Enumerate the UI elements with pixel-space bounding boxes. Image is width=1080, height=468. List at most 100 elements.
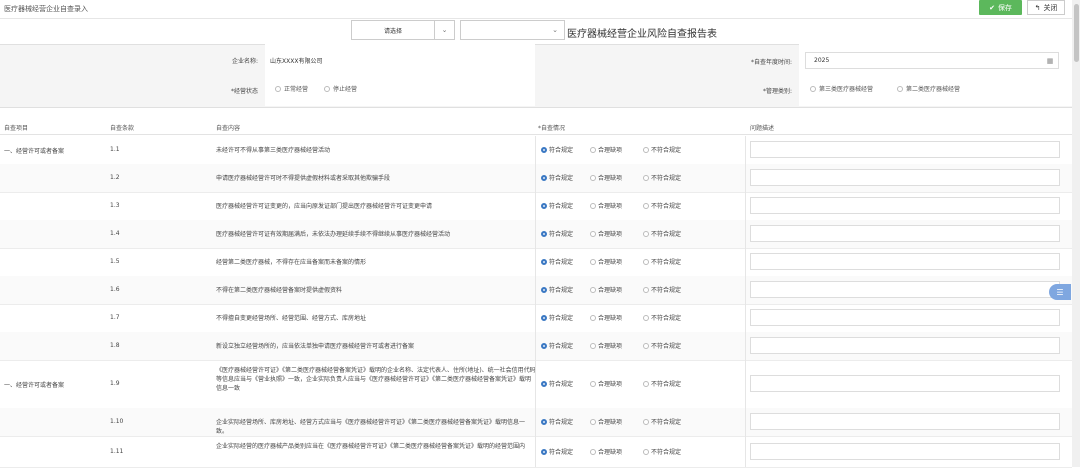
status-option-reasonable-missing[interactable]: 合理缺项 bbox=[590, 201, 622, 210]
status-option-noncompliant[interactable]: 不符合规定 bbox=[643, 285, 681, 294]
row-clause-number: 1.7 bbox=[110, 314, 120, 321]
radio-icon bbox=[541, 174, 547, 181]
column-divider bbox=[535, 304, 536, 332]
table-header: 自查项目 自查条款 自查内容 *自查情况 问题描述 bbox=[0, 120, 1072, 135]
column-divider bbox=[535, 276, 536, 304]
radio-label: 符合规定 bbox=[549, 231, 574, 238]
chevron-down-icon: ⌄ bbox=[552, 26, 558, 34]
template-select[interactable]: 请选择 bbox=[351, 20, 435, 40]
radio-label: 正常经营 bbox=[284, 86, 309, 93]
column-divider bbox=[535, 192, 536, 220]
status-option-noncompliant[interactable]: 不符合规定 bbox=[643, 341, 681, 350]
status-option-reasonable-missing[interactable]: 合理缺项 bbox=[590, 341, 622, 350]
status-option-noncompliant[interactable]: 不符合规定 bbox=[643, 257, 681, 266]
page-title: 医疗器械经营企业自查录入 bbox=[4, 5, 88, 13]
status-option-noncompliant[interactable]: 不符合规定 bbox=[643, 229, 681, 238]
status-option-noncompliant[interactable]: 不符合规定 bbox=[643, 417, 681, 426]
radio-label: 符合规定 bbox=[549, 449, 574, 456]
radio-label: 合理缺项 bbox=[598, 419, 623, 426]
problem-description-input[interactable] bbox=[750, 141, 1060, 158]
row-content: 企业实际经营的医疗器械产品类别应当在《医疗器械经营许可证》《第二类医疗器械经营备… bbox=[216, 443, 526, 450]
status-option-compliant[interactable]: 符合规定 bbox=[541, 417, 573, 426]
radio-label: 合理缺项 bbox=[598, 343, 623, 350]
status-option-compliant[interactable]: 符合规定 bbox=[541, 341, 573, 350]
status-option-compliant[interactable]: 符合规定 bbox=[541, 173, 573, 182]
status-option-reasonable-missing[interactable]: 合理缺项 bbox=[590, 417, 622, 426]
problem-description-input[interactable] bbox=[750, 375, 1060, 392]
check-icon: ✔ bbox=[989, 3, 995, 12]
column-divider bbox=[745, 332, 746, 360]
status-option-reasonable-missing[interactable]: 合理缺项 bbox=[590, 313, 622, 322]
problem-description-input[interactable] bbox=[750, 197, 1060, 214]
radio-icon bbox=[541, 342, 547, 349]
row-content: 《医疗器械经营许可证》《第二类医疗器械经营备案凭证》载明的企业名称、法定代表人、… bbox=[216, 367, 536, 392]
radio-icon bbox=[541, 286, 547, 293]
radio-icon bbox=[590, 314, 596, 321]
radio-label: 不符合规定 bbox=[651, 343, 682, 350]
status-option-compliant[interactable]: 符合规定 bbox=[541, 257, 573, 266]
problem-description-input[interactable] bbox=[750, 169, 1060, 186]
scrollbar-thumb[interactable] bbox=[1074, 4, 1079, 62]
status-option-reasonable-missing[interactable]: 合理缺项 bbox=[590, 145, 622, 154]
problem-description-input[interactable] bbox=[750, 253, 1060, 270]
radio-icon bbox=[590, 174, 596, 181]
row-content: 不得在第二类医疗器械经营备案时提供虚假资料 bbox=[216, 287, 343, 294]
problem-description-input[interactable] bbox=[750, 225, 1060, 242]
status-option-stopped[interactable]: 停止经营 bbox=[324, 84, 357, 93]
status-label: *经营状态 bbox=[230, 88, 258, 95]
calendar-icon[interactable]: ▦ bbox=[1041, 52, 1059, 69]
status-option-noncompliant[interactable]: 不符合规定 bbox=[643, 173, 681, 182]
status-option-compliant[interactable]: 符合规定 bbox=[541, 379, 573, 388]
radio-label: 不符合规定 bbox=[651, 449, 682, 456]
column-divider bbox=[535, 136, 536, 164]
radio-icon bbox=[810, 85, 816, 92]
close-button[interactable]: ↰ 关闭 bbox=[1027, 0, 1065, 15]
radio-label: 符合规定 bbox=[549, 381, 574, 388]
row-content: 经营第二类医疗器械，不得存在应当备案而未备案的情形 bbox=[216, 259, 367, 266]
mgmt-option-class3[interactable]: 第三类医疗器械经营 bbox=[810, 84, 873, 93]
row-content: 医疗器械经营许可证变更的，应当向原发证部门提出医疗器械经营许可证变更申请 bbox=[216, 203, 433, 210]
radio-icon bbox=[643, 380, 649, 387]
status-option-compliant[interactable]: 符合规定 bbox=[541, 285, 573, 294]
status-option-noncompliant[interactable]: 不符合规定 bbox=[643, 379, 681, 388]
chat-icon[interactable]: ☰ bbox=[1049, 284, 1071, 300]
status-option-compliant[interactable]: 符合规定 bbox=[541, 229, 573, 238]
radio-icon bbox=[590, 448, 596, 455]
radio-label: 符合规定 bbox=[549, 259, 574, 266]
status-option-noncompliant[interactable]: 不符合规定 bbox=[643, 201, 681, 210]
column-divider bbox=[535, 436, 536, 467]
problem-description-input[interactable] bbox=[750, 337, 1060, 354]
problem-description-input[interactable] bbox=[750, 413, 1060, 430]
chevron-down-icon[interactable]: ⌄ bbox=[435, 20, 455, 40]
problem-description-input[interactable] bbox=[750, 281, 1060, 298]
status-option-reasonable-missing[interactable]: 合理缺项 bbox=[590, 173, 622, 182]
status-option-reasonable-missing[interactable]: 合理缺项 bbox=[590, 285, 622, 294]
year-field[interactable]: 2025 bbox=[805, 52, 1059, 69]
status-option-reasonable-missing[interactable]: 合理缺项 bbox=[590, 447, 622, 456]
row-clause-number: 1.9 bbox=[110, 380, 120, 387]
sub-template-select[interactable]: ⌄ bbox=[460, 20, 565, 40]
status-option-noncompliant[interactable]: 不符合规定 bbox=[643, 313, 681, 322]
status-option-compliant[interactable]: 符合规定 bbox=[541, 145, 573, 154]
status-option-reasonable-missing[interactable]: 合理缺项 bbox=[590, 257, 622, 266]
radio-icon bbox=[643, 314, 649, 321]
mgmt-option-class2[interactable]: 第二类医疗器械经营 bbox=[897, 84, 960, 93]
status-option-compliant[interactable]: 符合规定 bbox=[541, 313, 573, 322]
radio-label: 第二类医疗器械经营 bbox=[906, 86, 961, 93]
column-divider bbox=[745, 408, 746, 436]
status-option-noncompliant[interactable]: 不符合规定 bbox=[643, 145, 681, 154]
status-option-noncompliant[interactable]: 不符合规定 bbox=[643, 447, 681, 456]
radio-label: 合理缺项 bbox=[598, 147, 623, 154]
header-clause: 自查条款 bbox=[110, 125, 135, 132]
problem-description-input[interactable] bbox=[750, 443, 1060, 460]
scrollbar[interactable] bbox=[1072, 0, 1080, 467]
status-option-reasonable-missing[interactable]: 合理缺项 bbox=[590, 379, 622, 388]
radio-label: 第三类医疗器械经营 bbox=[819, 86, 874, 93]
status-option-compliant[interactable]: 符合规定 bbox=[541, 201, 573, 210]
status-option-compliant[interactable]: 符合规定 bbox=[541, 447, 573, 456]
save-button[interactable]: ✔ 保存 bbox=[979, 0, 1022, 15]
status-option-reasonable-missing[interactable]: 合理缺项 bbox=[590, 229, 622, 238]
status-option-normal[interactable]: 正常经营 bbox=[275, 84, 308, 93]
company-name: 山东XXXX有限公司 bbox=[270, 58, 323, 65]
problem-description-input[interactable] bbox=[750, 309, 1060, 326]
